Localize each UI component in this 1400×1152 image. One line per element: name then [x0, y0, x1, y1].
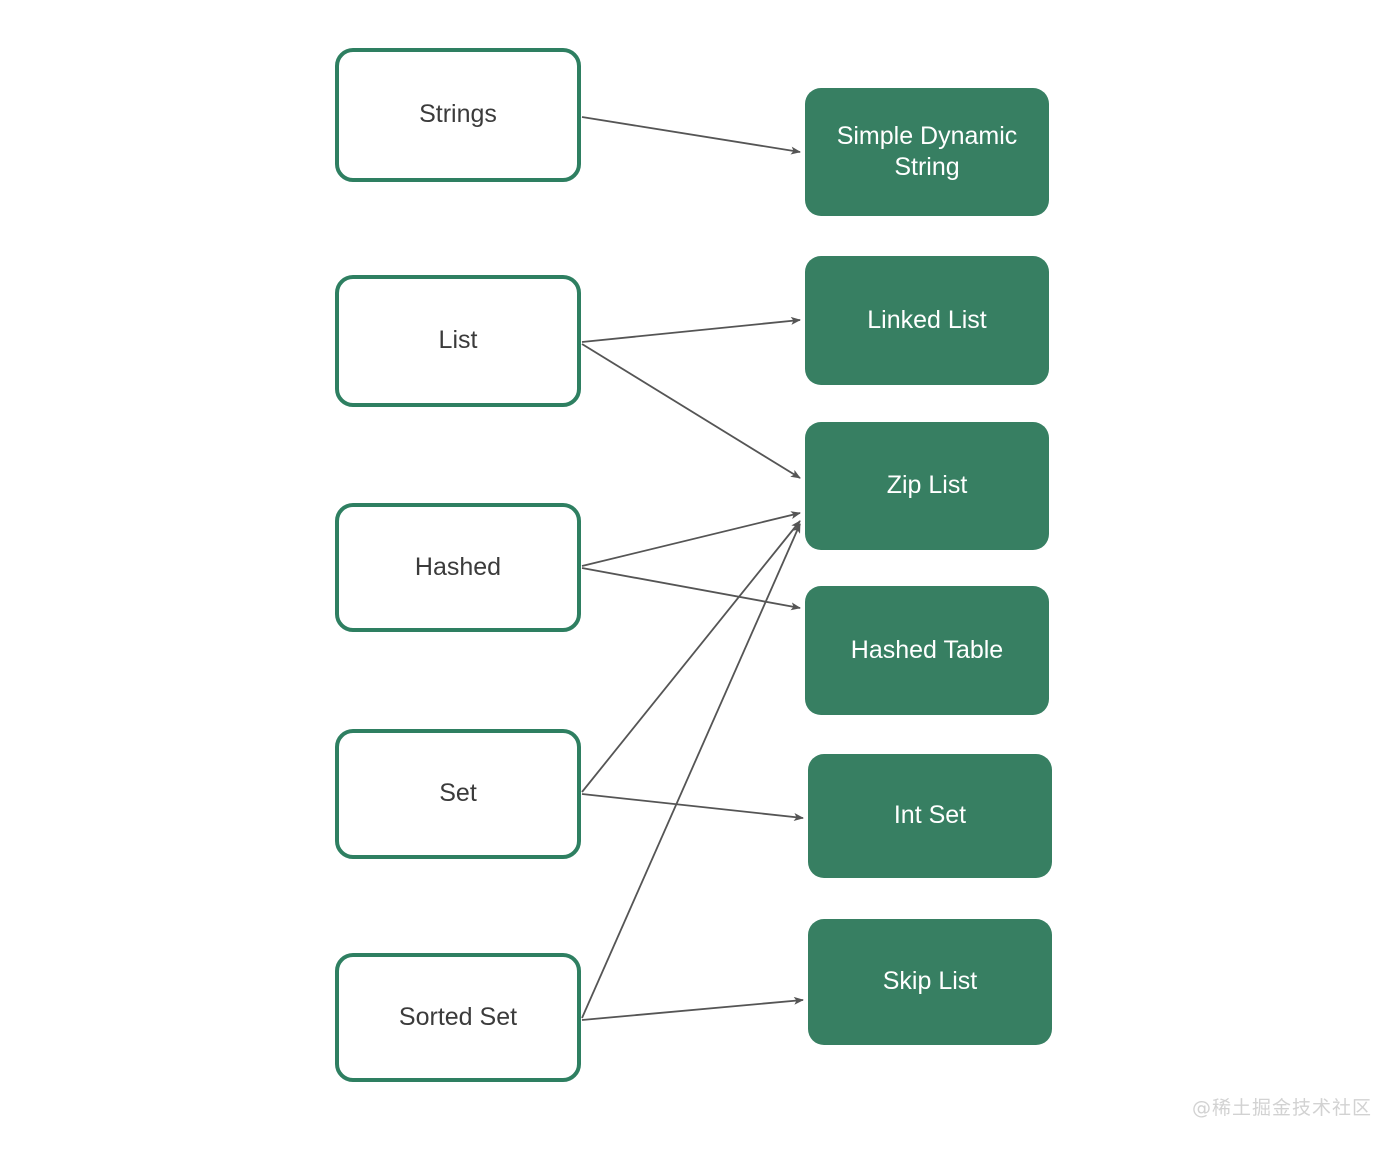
source-node-strings[interactable]: Strings — [335, 48, 581, 182]
target-node-int_set[interactable]: Int Set — [808, 754, 1052, 878]
edge-set-to-int_set — [581, 793, 804, 822]
edge-list-to-zip_list — [581, 343, 801, 479]
node-label: Zip List — [886, 471, 968, 500]
target-node-linked_list[interactable]: Linked List — [805, 256, 1049, 385]
source-node-sorted_set[interactable]: Sorted Set — [335, 953, 581, 1082]
edge-strings-to-sds — [581, 116, 801, 155]
node-label: Sorted Set — [398, 1002, 518, 1031]
node-label: Linked List — [867, 305, 987, 334]
source-node-set[interactable]: Set — [335, 729, 581, 859]
node-label: Hashed Table — [850, 635, 1004, 664]
source-node-list[interactable]: List — [335, 275, 581, 407]
source-node-hashed[interactable]: Hashed — [335, 503, 581, 632]
node-label: Set — [439, 779, 477, 808]
edges-group — [581, 116, 804, 1021]
edge-hashed-to-hashed_table — [581, 567, 801, 611]
edge-list-to-linked_list — [581, 316, 801, 343]
target-node-hashed_table[interactable]: Hashed Table — [805, 586, 1049, 715]
node-label: List — [438, 326, 478, 355]
edge-sorted_set-to-zip_list — [581, 523, 801, 1019]
node-label: Hashed — [414, 552, 502, 581]
edge-layer — [581, 116, 804, 1021]
edge-set-to-zip_list — [581, 520, 801, 793]
edge-hashed-to-zip_list — [581, 511, 801, 567]
watermark: @稀土掘金技术社区 — [1191, 1097, 1372, 1119]
edge-sorted_set-to-skip_list — [581, 996, 804, 1021]
node-label: Int Set — [893, 801, 967, 830]
target-node-sds[interactable]: Simple Dynamic String — [805, 88, 1049, 216]
diagram-canvas: Strings List Hashed Set Sorted Set Simple Dy… — [0, 0, 1400, 1152]
target-node-zip_list[interactable]: Zip List — [805, 422, 1049, 550]
target-node-skip_list[interactable]: Skip List — [808, 919, 1052, 1045]
node-label: Strings — [419, 100, 497, 129]
node-label: Skip List — [882, 967, 978, 996]
node-label: Simple Dynamic String — [836, 121, 1018, 181]
